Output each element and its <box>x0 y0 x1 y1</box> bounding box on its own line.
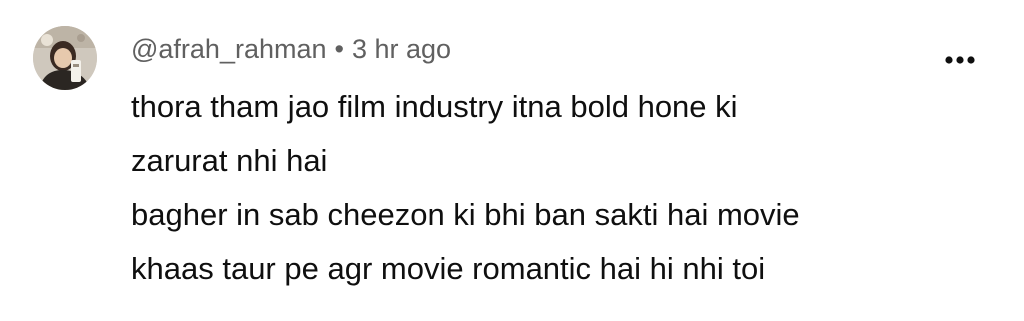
comment-line: zarurat nhi hai <box>131 143 328 178</box>
avatar[interactable] <box>33 26 97 90</box>
comment-meta: @afrah_rahman • 3 hr ago <box>131 30 451 68</box>
comment-timestamp[interactable]: 3 hr ago <box>352 34 451 64</box>
comment-line: khaas taur pe agr movie romantic hai hi … <box>131 251 766 286</box>
username-link[interactable]: @afrah_rahman <box>131 34 327 64</box>
meta-separator: • <box>334 34 344 64</box>
more-options-button[interactable] <box>938 44 982 76</box>
comment-line: thora tham jao film industry itna bold h… <box>131 89 738 124</box>
comment-line: bagher in sab cheezon ki bhi ban sakti h… <box>131 197 800 232</box>
comment-text: thora tham jao film industry itna bold h… <box>131 80 991 296</box>
profile-photo-icon <box>33 26 97 90</box>
more-horizontal-icon <box>945 56 975 64</box>
comment-card: @afrah_rahman • 3 hr ago thora tham jao fi… <box>0 0 1024 321</box>
